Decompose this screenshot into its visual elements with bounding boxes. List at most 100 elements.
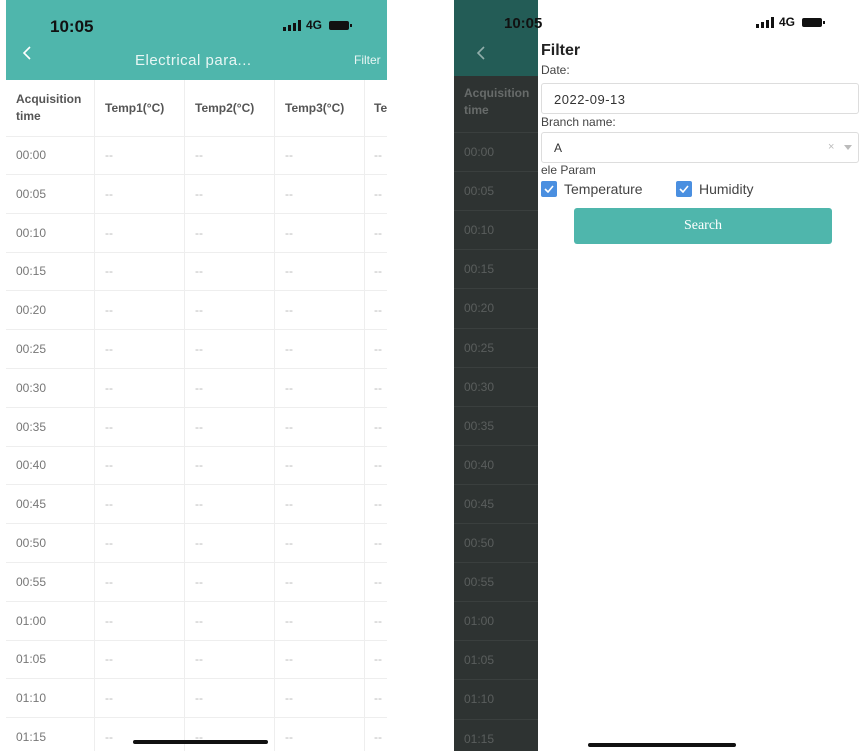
table-header: Acquisition time Temp1(°C) Temp2(°C) Tem… — [6, 80, 387, 137]
value-cell: -- — [285, 691, 293, 706]
value-cell: -- — [195, 303, 203, 318]
time-cell: 01:05 — [16, 652, 47, 667]
branch-select[interactable]: A × — [541, 132, 859, 163]
time-cell: 00:40 — [16, 458, 47, 473]
dimmed-row-divider — [454, 366, 538, 368]
dimmed-row-divider — [454, 288, 538, 290]
search-button[interactable]: Search — [574, 208, 832, 244]
value-cell: -- — [195, 613, 203, 628]
dimmed-row-divider — [454, 679, 538, 681]
value-cell: -- — [105, 497, 113, 512]
value-cell: -- — [285, 148, 293, 162]
value-cell: -- — [195, 148, 203, 162]
dimmed-row-divider — [454, 483, 538, 485]
dimmed-time-cell: 01:15 — [464, 731, 495, 746]
column-header-temp1: Temp1(°C) — [105, 101, 165, 115]
home-indicator — [133, 740, 268, 744]
dimmed-row-divider — [454, 718, 538, 720]
filter-button[interactable]: Filter — [354, 53, 381, 67]
value-cell: -- — [105, 458, 113, 473]
column-header-temp3: Temp3(°C) — [285, 101, 345, 115]
table-row: 00:00 -- -- -- -- — [6, 136, 387, 175]
value-cell: -- — [374, 458, 382, 473]
time-cell: 00:25 — [16, 342, 47, 356]
status-time: 10:05 — [504, 15, 543, 32]
value-cell: -- — [105, 380, 113, 395]
dimmed-time-cell: 00:45 — [464, 496, 495, 511]
value-cell: -- — [374, 613, 382, 628]
time-cell: 01:15 — [16, 730, 47, 744]
value-cell: -- — [285, 574, 293, 589]
value-cell: -- — [105, 303, 113, 318]
value-cell: -- — [105, 652, 113, 667]
value-cell: -- — [285, 419, 293, 434]
dimmed-time-cell: 00:15 — [464, 262, 495, 277]
dimmed-row-divider — [454, 249, 538, 251]
dimmed-time-cell: 01:00 — [464, 614, 495, 629]
back-arrow-icon — [476, 46, 485, 60]
time-cell: 00:20 — [16, 303, 47, 318]
value-cell: -- — [374, 536, 382, 550]
table-row: 01:10 -- -- -- -- — [6, 679, 387, 719]
value-cell: -- — [285, 225, 293, 240]
value-cell: -- — [105, 148, 113, 162]
dimmed-time-cell: 00:55 — [464, 575, 495, 590]
dimmed-time-cell: 01:10 — [464, 692, 495, 707]
dimmed-row-divider — [454, 171, 538, 173]
value-cell: -- — [374, 264, 382, 279]
dimmed-header — [454, 0, 538, 76]
signal-icon — [756, 16, 774, 28]
table-row: 01:05 -- -- -- -- — [6, 640, 387, 680]
dimmed-column-header: Acquisition time — [464, 86, 530, 117]
value-cell: -- — [374, 497, 382, 512]
checkbox-humidity[interactable]: Humidity — [676, 181, 753, 197]
value-cell: -- — [374, 652, 382, 667]
value-cell: -- — [105, 536, 113, 550]
table-row: 00:40 -- -- -- -- — [6, 446, 387, 486]
checkbox-checked-icon[interactable] — [676, 181, 692, 197]
date-field[interactable]: 2022-09-13 — [541, 83, 859, 114]
value-cell: -- — [285, 613, 293, 628]
value-cell: -- — [285, 497, 293, 512]
clear-icon[interactable]: × — [828, 141, 834, 153]
value-cell: -- — [285, 186, 293, 201]
value-cell: -- — [374, 419, 382, 434]
chevron-down-icon — [844, 145, 852, 150]
value-cell: -- — [105, 613, 113, 628]
value-cell: -- — [374, 186, 382, 201]
value-cell: -- — [195, 342, 203, 356]
value-cell: -- — [374, 303, 382, 318]
time-cell: 01:00 — [16, 613, 47, 628]
column-divider — [94, 80, 95, 751]
value-cell: -- — [285, 264, 293, 279]
dimmed-row-divider — [454, 444, 538, 446]
status-time: 10:05 — [50, 17, 94, 36]
value-cell: -- — [285, 380, 293, 395]
back-arrow-icon[interactable] — [21, 46, 33, 60]
value-cell: -- — [195, 186, 203, 201]
filter-title: Filter — [541, 42, 581, 59]
column-divider — [184, 80, 185, 751]
column-divider — [274, 80, 275, 751]
time-cell: 00:35 — [16, 419, 47, 434]
value-cell: -- — [374, 380, 382, 395]
value-cell: -- — [195, 419, 203, 434]
checkbox-checked-icon[interactable] — [541, 181, 557, 197]
table-row: 01:00 -- -- -- -- — [6, 602, 387, 641]
checkbox-temperature[interactable]: Temperature — [541, 181, 643, 197]
dimmed-row-divider — [454, 523, 538, 524]
dimmed-time-cell: 00:20 — [464, 301, 495, 316]
value-cell: -- — [195, 730, 203, 744]
time-cell: 00:00 — [16, 148, 47, 162]
dimmed-time-cell: 00:00 — [464, 145, 495, 159]
column-header-temp2: Temp2(°C) — [195, 101, 255, 115]
value-cell: -- — [285, 342, 293, 356]
home-indicator — [588, 743, 736, 747]
time-cell: 00:30 — [16, 380, 47, 395]
value-cell: -- — [374, 574, 382, 589]
dimmed-row-divider — [454, 562, 538, 564]
dimmed-time-cell: 00:30 — [464, 379, 495, 394]
table-row: 00:35 -- -- -- -- — [6, 408, 387, 447]
value-cell: -- — [195, 458, 203, 473]
dimmed-background[interactable]: Acquisition time 00:00 00:05 00:10 00:15 00:… — [454, 0, 538, 751]
